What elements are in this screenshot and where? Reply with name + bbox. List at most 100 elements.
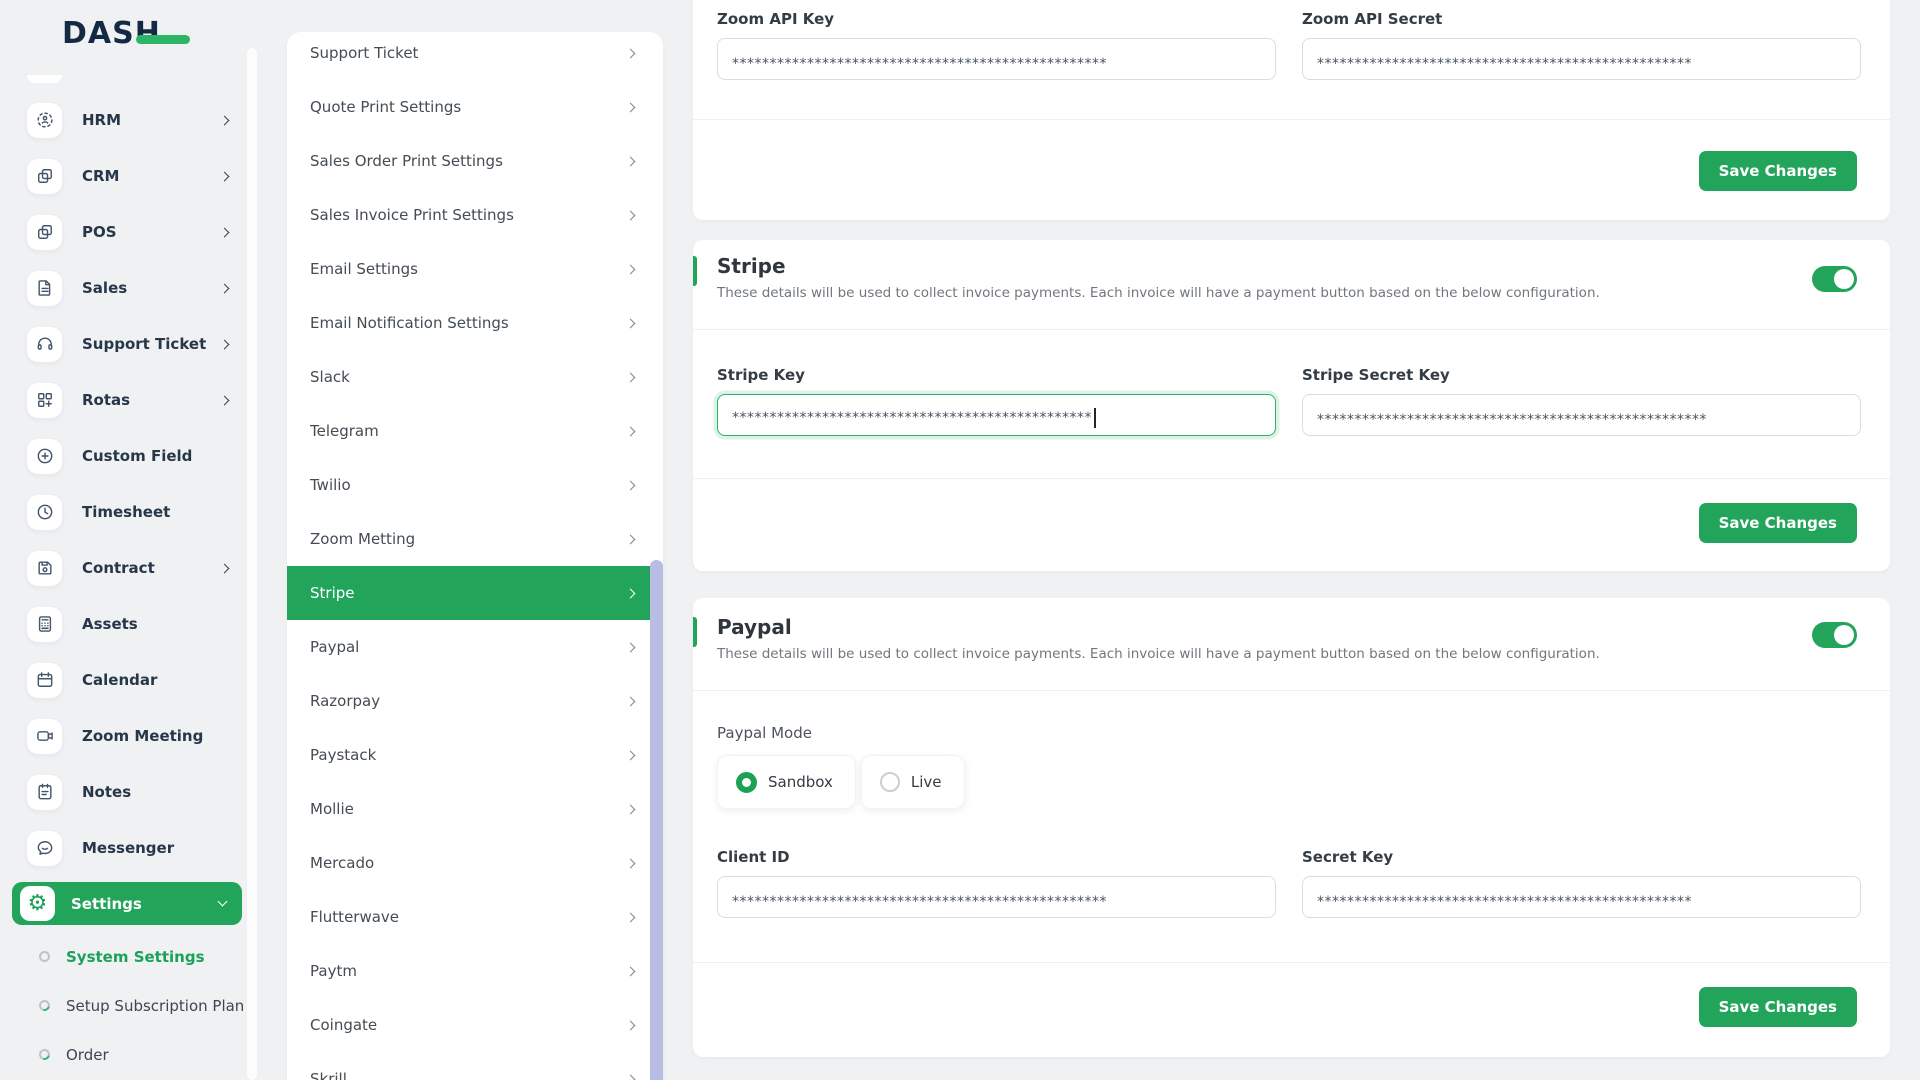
sidebar-item-label: Timesheet	[82, 503, 171, 521]
field-label: Zoom API Secret	[1302, 10, 1443, 28]
app-root: DASH HRM CRM POS Sales Support Ticket Ro…	[0, 0, 1920, 1080]
settings-menu-item-zoom-metting[interactable]: Zoom Metting	[287, 512, 663, 566]
settings-menu-item-stripe[interactable]: Stripe	[287, 566, 663, 620]
sidebar-item-crm[interactable]: CRM	[0, 148, 254, 204]
sidebar-item-custom-field[interactable]: Custom Field	[0, 428, 254, 484]
zoom-settings-card: Zoom API Key Zoom API Secret Save Change…	[693, 0, 1890, 220]
clock-icon	[27, 494, 62, 530]
settings-menu-item-email-settings[interactable]: Email Settings	[287, 242, 663, 296]
sidebar-item-label: Custom Field	[82, 447, 193, 465]
menu-item-label: Quote Print Settings	[310, 98, 462, 116]
sidebar-item-label: Contract	[82, 559, 155, 577]
bullet-icon	[36, 1046, 53, 1063]
gear-icon: ⚙	[20, 886, 55, 921]
settings-menu-item-paytm[interactable]: Paytm	[287, 944, 663, 998]
sidebar-subitem-system-settings[interactable]: System Settings	[0, 932, 254, 981]
radio-selected-icon[interactable]	[736, 771, 757, 793]
save-changes-button[interactable]: Save Changes	[1698, 151, 1857, 191]
sidebar-item-pos[interactable]: POS	[0, 204, 254, 260]
sidebar-item-rotas[interactable]: Rotas	[0, 372, 254, 428]
settings-menu-item-slack[interactable]: Slack	[287, 350, 663, 404]
sidebar-item-messenger[interactable]: Messenger	[0, 820, 254, 876]
circle-plus-icon	[27, 438, 62, 474]
menu-item-label: Support Ticket	[310, 44, 419, 62]
crm-icon	[27, 158, 62, 194]
sidebar-item-sales[interactable]: Sales	[0, 260, 254, 316]
field-label: Client ID	[717, 848, 790, 866]
settings-menu-item-support-ticket[interactable]: Support Ticket	[287, 32, 663, 80]
sidebar-item-assets[interactable]: Assets	[0, 596, 254, 652]
sidebar-subitem-order[interactable]: Order	[0, 1030, 254, 1079]
card-title: Stripe	[717, 254, 786, 278]
chevron-right-icon	[625, 480, 636, 490]
settings-menu-list: Support Ticket Quote Print Settings Sale…	[287, 32, 663, 1080]
menu-item-label: Razorpay	[310, 692, 381, 710]
paypal-client-id-input[interactable]	[717, 876, 1276, 918]
chevron-right-icon	[625, 858, 636, 868]
sidebar-item-zoom-meeting[interactable]: Zoom Meeting	[0, 708, 254, 764]
chevron-right-icon	[625, 210, 636, 220]
settings-menu-item-sales-order-print-settings[interactable]: Sales Order Print Settings	[287, 134, 663, 188]
settings-menu-item-mercado[interactable]: Mercado	[287, 836, 663, 890]
sidebar-item-support-ticket[interactable]: Support Ticket	[0, 316, 254, 372]
settings-menu-item-razorpay[interactable]: Razorpay	[287, 674, 663, 728]
menu-item-label: Skrill	[310, 1070, 347, 1080]
sidebar-item-calendar[interactable]: Calendar	[0, 652, 254, 708]
stripe-secret-key-input[interactable]	[1302, 394, 1861, 436]
chevron-right-icon	[219, 283, 230, 293]
sidebar-item-timesheet[interactable]: Timesheet	[0, 484, 254, 540]
calendar-icon	[27, 662, 62, 698]
paypal-fields: Client ID Secret Key	[717, 848, 1861, 918]
sidebar-item-label: Rotas	[82, 391, 131, 409]
paypal-mode-sandbox[interactable]: Sandbox	[717, 755, 856, 809]
settings-menu-item-telegram[interactable]: Telegram	[287, 404, 663, 458]
settings-menu-item-quote-print-settings[interactable]: Quote Print Settings	[287, 80, 663, 134]
save-changes-button[interactable]: Save Changes	[1698, 987, 1857, 1027]
sidebar-item-label: Sales	[82, 279, 128, 297]
zoom-card-footer: Save Changes	[1698, 151, 1857, 191]
settings-menu-item-coingate[interactable]: Coingate	[287, 998, 663, 1052]
sidebar-item-notes[interactable]: Notes	[0, 764, 254, 820]
zoom-api-secret-input[interactable]	[1302, 38, 1861, 80]
settings-menu-item-email-notification-settings[interactable]: Email Notification Settings	[287, 296, 663, 350]
settings-menu-item-sales-invoice-print-settings[interactable]: Sales Invoice Print Settings	[287, 188, 663, 242]
settings-menu-item-paypal[interactable]: Paypal	[287, 620, 663, 674]
sidebar-subitem-setup-subscription-plan[interactable]: Setup Subscription Plan	[0, 981, 254, 1030]
paypal-client-id-field: Client ID	[717, 848, 1276, 918]
paypal-mode-live[interactable]: Live	[860, 755, 965, 809]
paypal-enabled-toggle[interactable]	[1812, 622, 1857, 648]
stripe-key-input[interactable]: ****************************************…	[717, 394, 1276, 436]
chat-bubble-icon	[27, 830, 62, 866]
menu-item-label: Paystack	[310, 746, 377, 764]
menu-item-label: Slack	[310, 368, 350, 386]
settings-menu-item-mollie[interactable]: Mollie	[287, 782, 663, 836]
chevron-right-icon	[625, 426, 636, 436]
paypal-mode-label: Paypal Mode	[717, 724, 812, 742]
sidebar: DASH HRM CRM POS Sales Support Ticket Ro…	[0, 0, 257, 1080]
settings-menu-item-paystack[interactable]: Paystack	[287, 728, 663, 782]
settings-menu-item-skrill[interactable]: Skrill	[287, 1052, 663, 1080]
menu-item-label: Stripe	[310, 584, 355, 602]
chevron-right-icon	[625, 264, 636, 274]
chevron-right-icon	[625, 372, 636, 382]
accent-bar	[693, 617, 697, 647]
hrm-icon	[27, 102, 62, 138]
sidebar-item-settings[interactable]: ⚙ Settings	[12, 882, 242, 925]
menu-item-label: Sales Invoice Print Settings	[310, 206, 514, 224]
stripe-enabled-toggle[interactable]	[1812, 266, 1857, 292]
settings-menu-scrollbar-thumb[interactable]	[650, 560, 663, 1080]
sidebar-item-hrm[interactable]: HRM	[0, 92, 254, 148]
menu-item-label: Email Notification Settings	[310, 314, 509, 332]
brand-logo[interactable]: DASH	[0, 0, 254, 70]
toggle-knob	[1834, 269, 1854, 289]
sidebar-item-label: Settings	[71, 894, 142, 913]
chevron-right-icon	[625, 1074, 636, 1080]
zoom-api-key-input[interactable]	[717, 38, 1276, 80]
sidebar-item-label: Messenger	[82, 839, 175, 857]
settings-menu-item-twilio[interactable]: Twilio	[287, 458, 663, 512]
settings-menu-item-flutterwave[interactable]: Flutterwave	[287, 890, 663, 944]
radio-unselected-icon[interactable]	[879, 772, 900, 792]
sidebar-item-contract[interactable]: Contract	[0, 540, 254, 596]
paypal-secret-key-input[interactable]	[1302, 876, 1861, 918]
save-changes-button[interactable]: Save Changes	[1698, 503, 1857, 543]
